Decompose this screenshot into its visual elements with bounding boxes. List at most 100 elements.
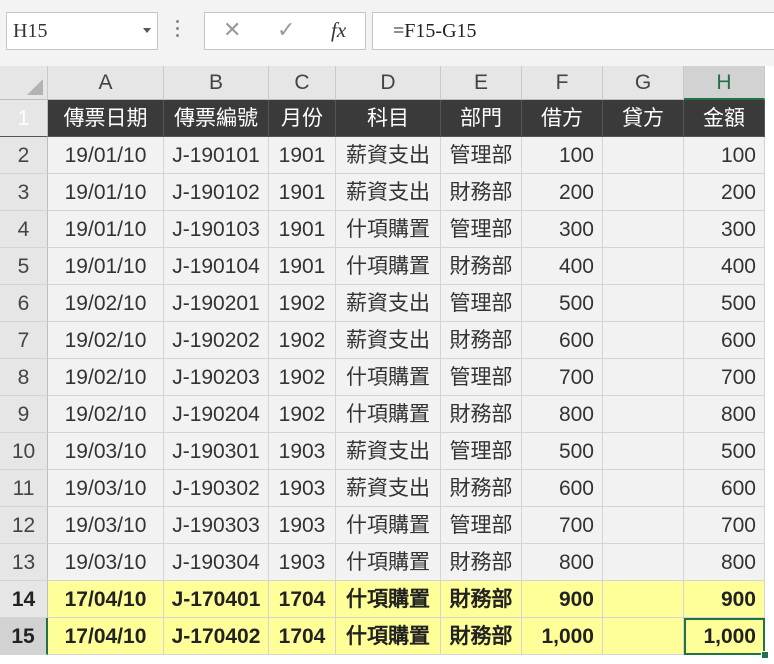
cell-d8[interactable]: 什項購置	[336, 359, 441, 396]
row-header-12[interactable]: 12	[0, 507, 48, 544]
cell-c4[interactable]: 1901	[269, 211, 336, 248]
cell-f3[interactable]: 200	[522, 174, 603, 211]
cell-g6[interactable]	[603, 285, 684, 322]
column-header-a[interactable]: A	[48, 66, 164, 100]
chevron-down-icon[interactable]	[143, 28, 151, 33]
cell-h12[interactable]: 700	[684, 507, 765, 544]
row-header-1[interactable]: 1	[0, 100, 48, 137]
row-header-4[interactable]: 4	[0, 211, 48, 248]
cell-h15[interactable]: 1,000	[684, 618, 765, 655]
cell-c15[interactable]: 1704	[269, 618, 336, 655]
cell-b5[interactable]: J-190104	[164, 248, 269, 285]
cell-f6[interactable]: 500	[522, 285, 603, 322]
cell-h4[interactable]: 300	[684, 211, 765, 248]
cell-b12[interactable]: J-190303	[164, 507, 269, 544]
cell-c2[interactable]: 1901	[269, 137, 336, 174]
cell-a6[interactable]: 19/02/10	[48, 285, 164, 322]
cell-f12[interactable]: 700	[522, 507, 603, 544]
cell-g3[interactable]	[603, 174, 684, 211]
cell-b7[interactable]: J-190202	[164, 322, 269, 359]
cell-b13[interactable]: J-190304	[164, 544, 269, 581]
row-header-7[interactable]: 7	[0, 322, 48, 359]
cell-a3[interactable]: 19/01/10	[48, 174, 164, 211]
column-header-f[interactable]: F	[522, 66, 603, 100]
cell-h1[interactable]: 金額	[684, 100, 765, 137]
cell-g15[interactable]	[603, 618, 684, 655]
cell-h8[interactable]: 700	[684, 359, 765, 396]
cell-d15[interactable]: 什項購置	[336, 618, 441, 655]
cell-d13[interactable]: 什項購置	[336, 544, 441, 581]
cell-g2[interactable]	[603, 137, 684, 174]
cell-g9[interactable]	[603, 396, 684, 433]
column-header-h[interactable]: H	[684, 66, 765, 100]
cell-c8[interactable]: 1902	[269, 359, 336, 396]
cell-f13[interactable]: 800	[522, 544, 603, 581]
cell-g5[interactable]	[603, 248, 684, 285]
cell-c11[interactable]: 1903	[269, 470, 336, 507]
cell-a4[interactable]: 19/01/10	[48, 211, 164, 248]
cell-c10[interactable]: 1903	[269, 433, 336, 470]
cell-b9[interactable]: J-190204	[164, 396, 269, 433]
row-header-10[interactable]: 10	[0, 433, 48, 470]
cell-a10[interactable]: 19/03/10	[48, 433, 164, 470]
cell-g4[interactable]	[603, 211, 684, 248]
cell-g13[interactable]	[603, 544, 684, 581]
cancel-icon[interactable]: ✕	[223, 18, 241, 43]
cell-c6[interactable]: 1902	[269, 285, 336, 322]
cell-f7[interactable]: 600	[522, 322, 603, 359]
column-header-g[interactable]: G	[603, 66, 684, 100]
cell-e15[interactable]: 財務部	[441, 618, 522, 655]
cell-f8[interactable]: 700	[522, 359, 603, 396]
cell-b6[interactable]: J-190201	[164, 285, 269, 322]
cell-d11[interactable]: 薪資支出	[336, 470, 441, 507]
row-header-6[interactable]: 6	[0, 285, 48, 322]
row-header-15[interactable]: 15	[0, 618, 48, 655]
cell-c12[interactable]: 1903	[269, 507, 336, 544]
cell-g12[interactable]	[603, 507, 684, 544]
cell-a7[interactable]: 19/02/10	[48, 322, 164, 359]
cell-a15[interactable]: 17/04/10	[48, 618, 164, 655]
cell-h14[interactable]: 900	[684, 581, 765, 618]
cell-d7[interactable]: 薪資支出	[336, 322, 441, 359]
row-header-5[interactable]: 5	[0, 248, 48, 285]
column-header-b[interactable]: B	[164, 66, 269, 100]
cell-g7[interactable]	[603, 322, 684, 359]
cell-e7[interactable]: 財務部	[441, 322, 522, 359]
column-header-d[interactable]: D	[336, 66, 441, 100]
cell-e2[interactable]: 管理部	[441, 137, 522, 174]
cell-b11[interactable]: J-190302	[164, 470, 269, 507]
cell-b14[interactable]: J-170401	[164, 581, 269, 618]
row-header-3[interactable]: 3	[0, 174, 48, 211]
cell-f2[interactable]: 100	[522, 137, 603, 174]
cell-e14[interactable]: 財務部	[441, 581, 522, 618]
cell-h7[interactable]: 600	[684, 322, 765, 359]
cell-h13[interactable]: 800	[684, 544, 765, 581]
cell-d2[interactable]: 薪資支出	[336, 137, 441, 174]
cell-f4[interactable]: 300	[522, 211, 603, 248]
column-header-c[interactable]: C	[269, 66, 336, 100]
check-icon[interactable]: ✓	[277, 18, 295, 43]
cell-d1[interactable]: 科目	[336, 100, 441, 137]
cell-g1[interactable]: 貸方	[603, 100, 684, 137]
cell-a1[interactable]: 傳票日期	[48, 100, 164, 137]
cell-d10[interactable]: 薪資支出	[336, 433, 441, 470]
cell-d9[interactable]: 什項購置	[336, 396, 441, 433]
name-box[interactable]: H15	[6, 12, 158, 50]
cell-e5[interactable]: 財務部	[441, 248, 522, 285]
cell-g8[interactable]	[603, 359, 684, 396]
cell-e6[interactable]: 管理部	[441, 285, 522, 322]
cell-f5[interactable]: 400	[522, 248, 603, 285]
cell-b10[interactable]: J-190301	[164, 433, 269, 470]
cell-e1[interactable]: 部門	[441, 100, 522, 137]
cell-e3[interactable]: 財務部	[441, 174, 522, 211]
cell-e4[interactable]: 管理部	[441, 211, 522, 248]
cell-h6[interactable]: 500	[684, 285, 765, 322]
cell-d3[interactable]: 薪資支出	[336, 174, 441, 211]
cell-b4[interactable]: J-190103	[164, 211, 269, 248]
insert-function-icon[interactable]: fx	[331, 18, 346, 43]
cell-e11[interactable]: 財務部	[441, 470, 522, 507]
cell-a13[interactable]: 19/03/10	[48, 544, 164, 581]
cell-h2[interactable]: 100	[684, 137, 765, 174]
row-header-11[interactable]: 11	[0, 470, 48, 507]
row-header-8[interactable]: 8	[0, 359, 48, 396]
